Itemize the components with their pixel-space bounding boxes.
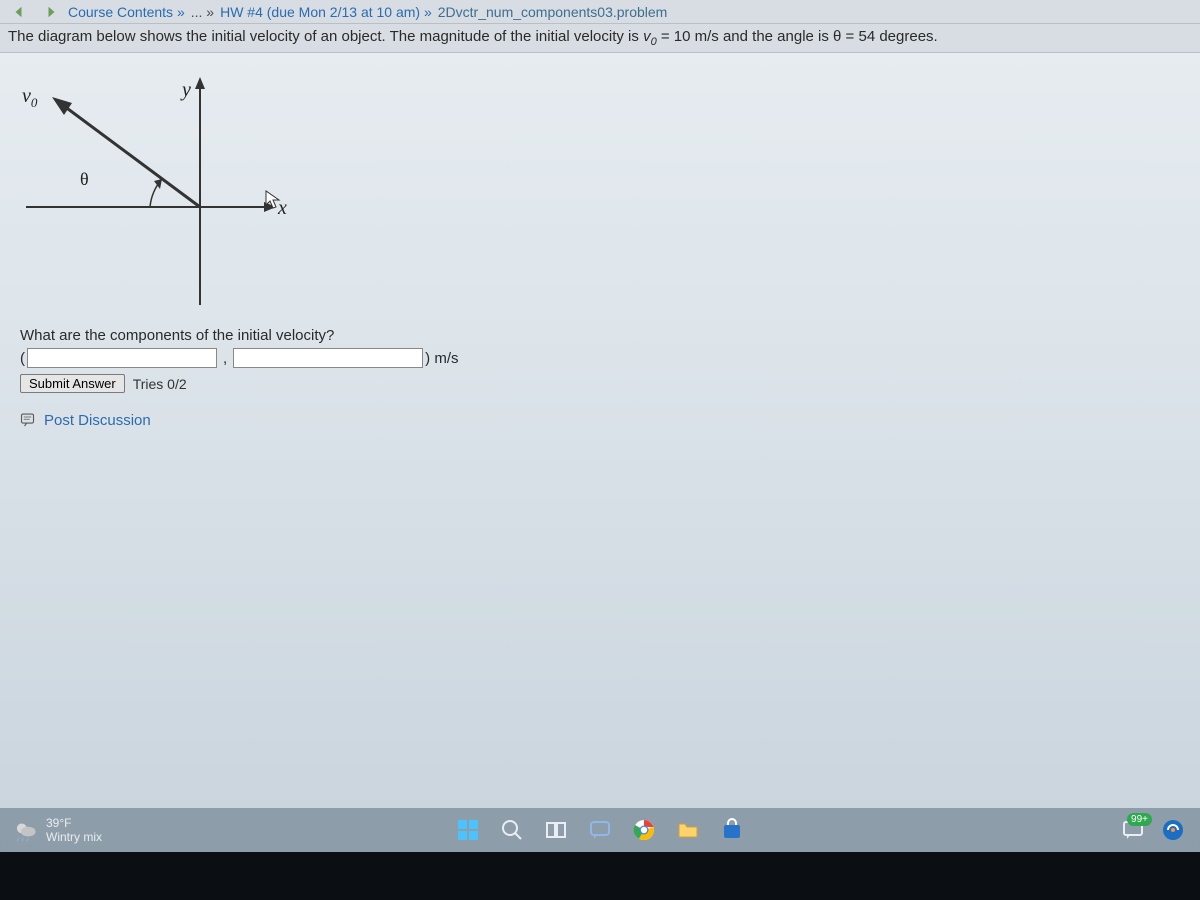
notifications-badge: 99+ — [1127, 813, 1152, 826]
crumb-ellipsis: ... » — [191, 4, 214, 20]
post-discussion-link[interactable]: Post Discussion — [44, 412, 151, 429]
submit-line: Submit Answer Tries 0/2 — [20, 374, 1180, 393]
tray-app-icon[interactable] — [1160, 817, 1186, 843]
bezel — [0, 852, 1200, 900]
close-paren-unit: ) m/s — [425, 350, 458, 367]
post-discussion-line: Post Discussion — [20, 411, 1180, 429]
vy-input[interactable] — [233, 348, 423, 368]
content-area: y x v0 θ What are the components of the … — [0, 53, 1200, 441]
axis-label-x: x — [278, 197, 287, 220]
vector-svg — [20, 73, 300, 313]
search-icon[interactable] — [499, 817, 525, 843]
crumb-current: 2Dvctr_num_components03.problem — [438, 4, 668, 20]
angle-label-theta: θ — [80, 169, 89, 190]
submit-answer-button[interactable]: Submit Answer — [20, 374, 125, 393]
task-view-icon[interactable] — [543, 817, 569, 843]
tries-counter: Tries 0/2 — [133, 376, 187, 392]
vector-label-v0: v0 — [22, 85, 37, 111]
crumb-hw[interactable]: HW #4 (due Mon 2/13 at 10 am) » — [220, 4, 432, 20]
weather-temp: 39°F — [46, 816, 102, 830]
start-button[interactable] — [455, 817, 481, 843]
axis-label-y: y — [182, 79, 191, 102]
v0-symbol: v — [643, 28, 651, 45]
discussion-icon — [20, 411, 38, 429]
breadcrumb-bar: Course Contents » ... » HW #4 (due Mon 2… — [0, 0, 1200, 24]
chrome-icon[interactable] — [631, 817, 657, 843]
notifications-icon[interactable]: 99+ — [1120, 817, 1146, 843]
taskbar-right: 99+ — [1120, 817, 1186, 843]
problem-statement: The diagram below shows the initial velo… — [0, 24, 1200, 53]
problem-text-1: The diagram below shows the initial velo… — [8, 28, 643, 45]
crumb-course-contents[interactable]: Course Contents » — [68, 4, 185, 20]
question-text: What are the components of the initial v… — [20, 327, 1180, 344]
store-icon[interactable] — [719, 817, 745, 843]
problem-text-2: = 10 m/s and the angle is θ = 54 degrees… — [657, 28, 938, 45]
weather-icon — [12, 817, 38, 843]
taskbar-weather[interactable]: 39°F Wintry mix — [12, 816, 102, 844]
nav-back-button[interactable] — [8, 2, 32, 22]
windows-taskbar: 39°F Wintry mix 99+ — [0, 808, 1200, 852]
open-paren: ( — [20, 350, 25, 367]
file-explorer-icon[interactable] — [675, 817, 701, 843]
nav-forward-button[interactable] — [38, 2, 62, 22]
chat-icon[interactable] — [587, 817, 613, 843]
weather-condition: Wintry mix — [46, 830, 102, 844]
comma: , — [223, 350, 227, 367]
taskbar-center — [455, 817, 745, 843]
answer-line: ( , ) m/s — [20, 348, 1180, 368]
vector-diagram: y x v0 θ — [20, 73, 300, 313]
vx-input[interactable] — [27, 348, 217, 368]
